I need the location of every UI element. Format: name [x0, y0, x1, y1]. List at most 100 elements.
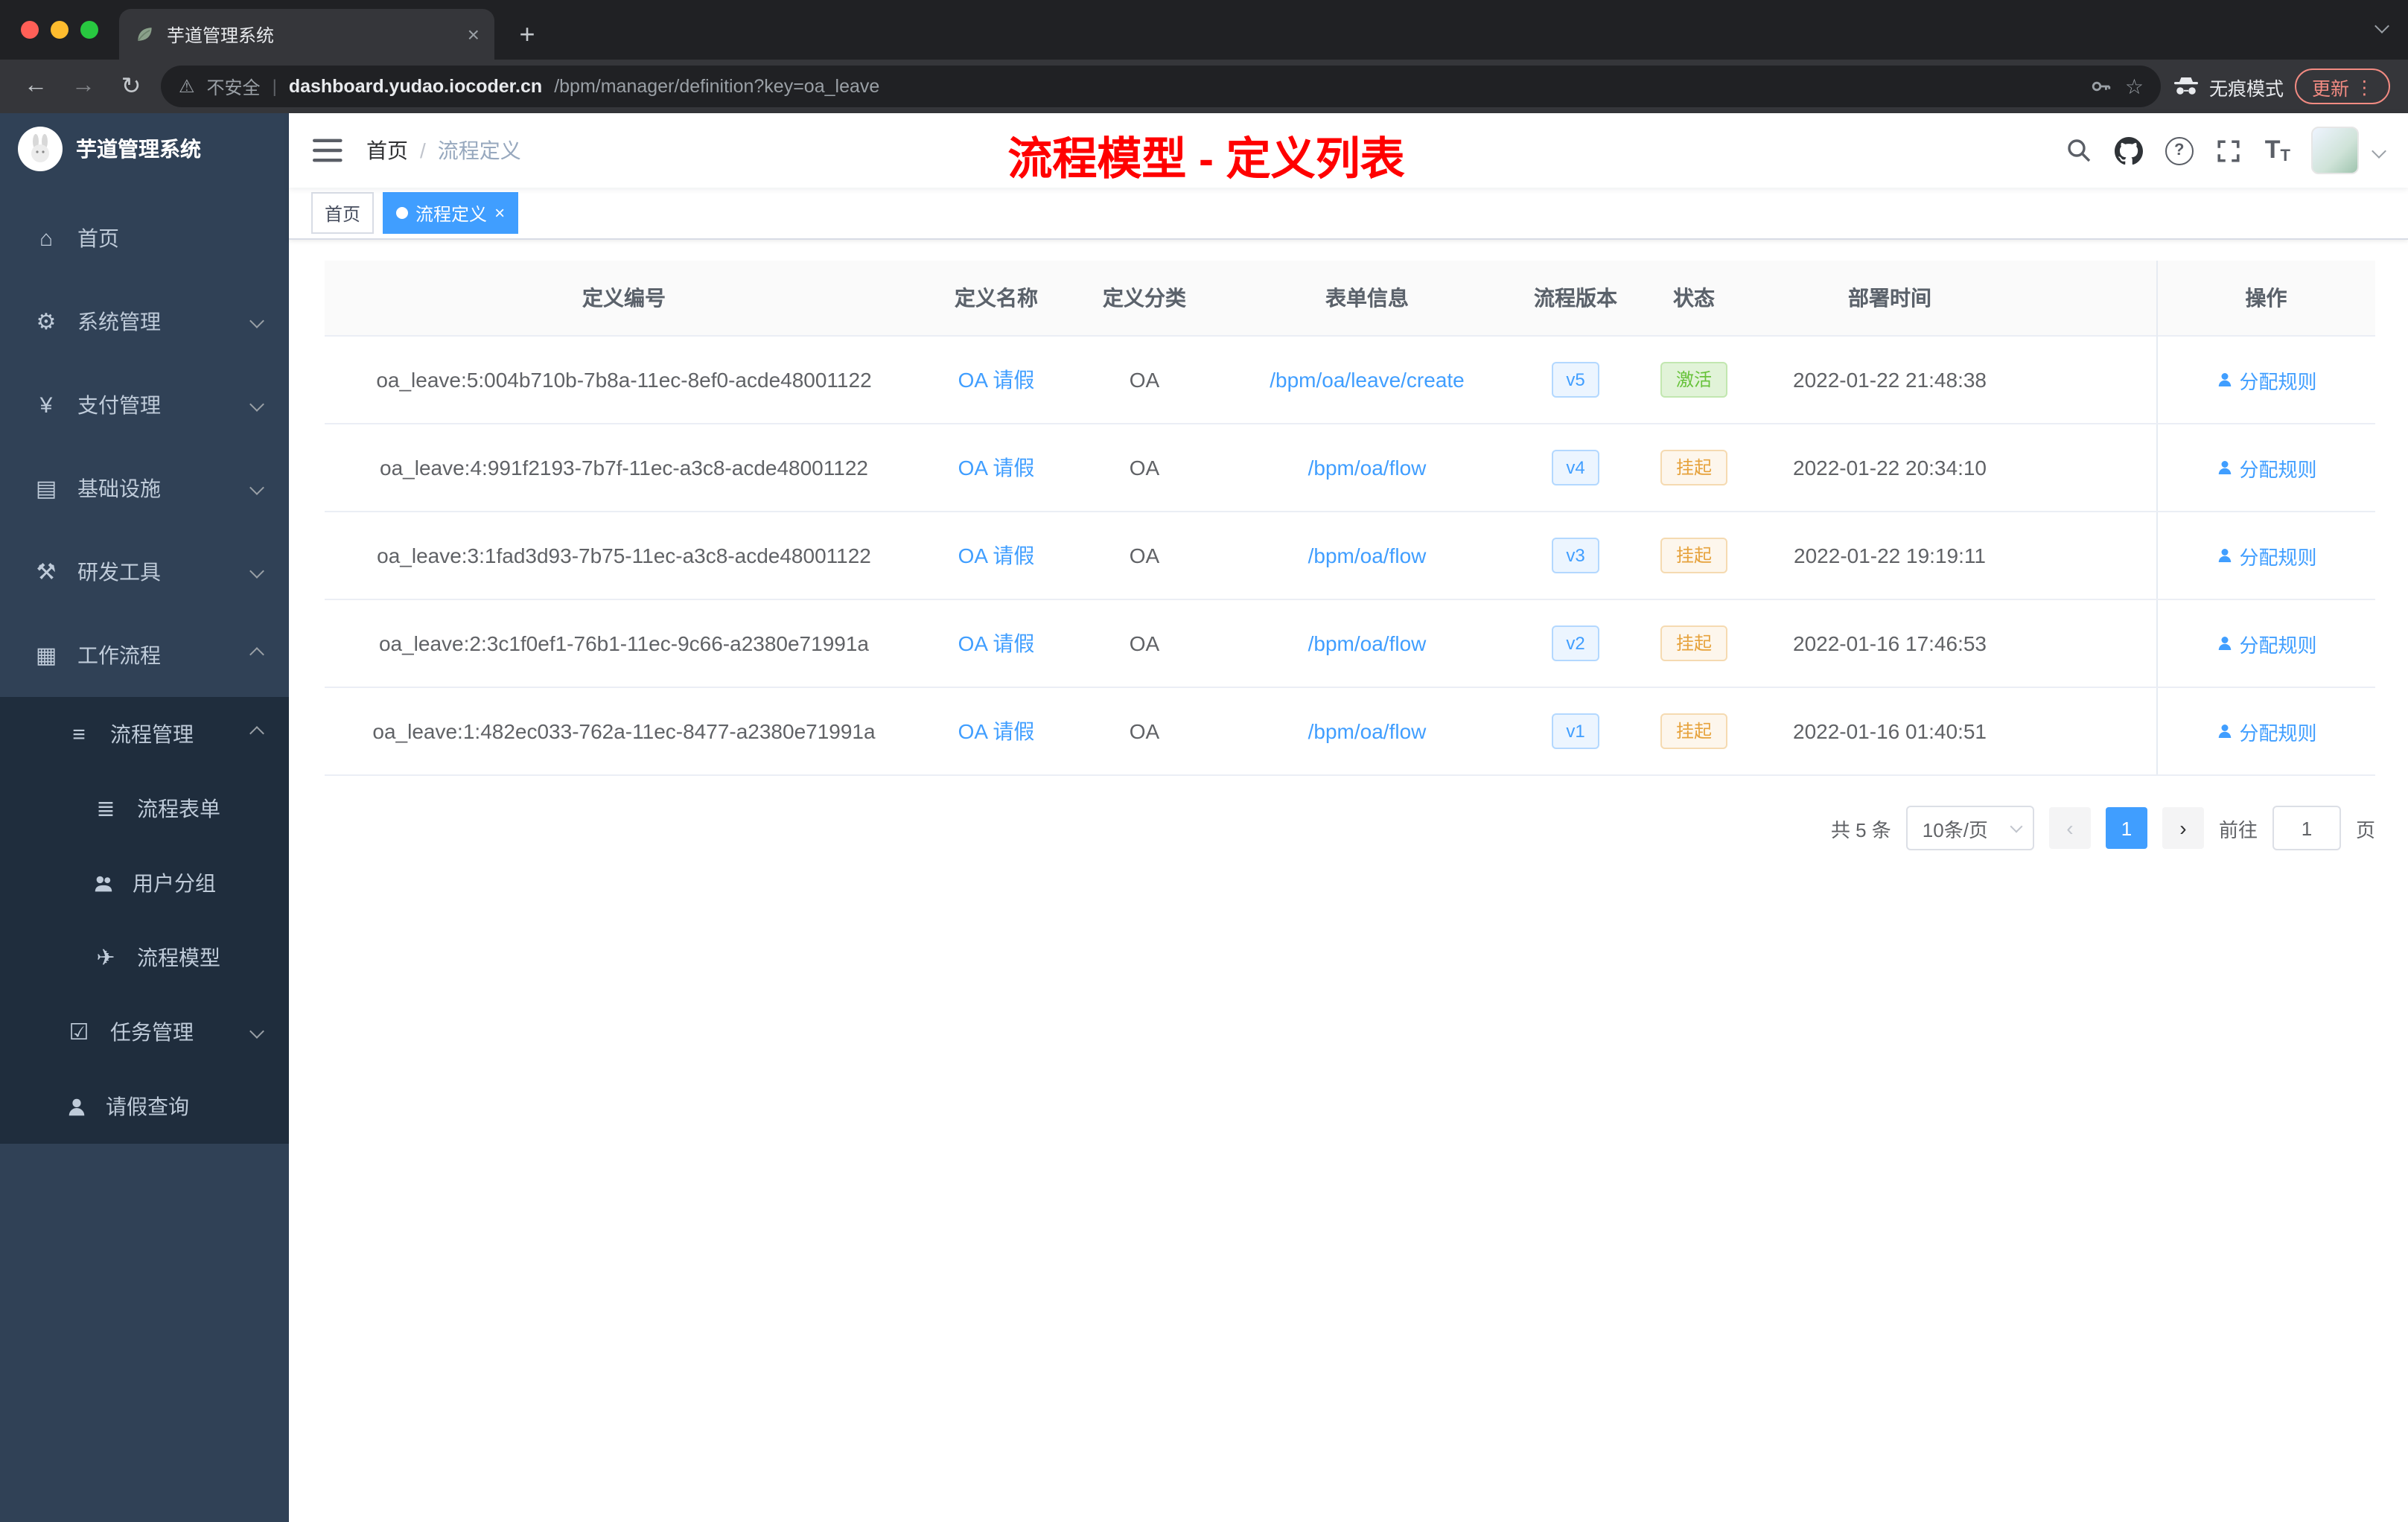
- sidebar-item-payment[interactable]: ¥ 支付管理: [0, 363, 289, 447]
- assign-rule-button[interactable]: 分配规则: [2215, 717, 2317, 745]
- page-number-button[interactable]: 1: [2105, 807, 2147, 849]
- assign-rule-label: 分配规则: [2239, 722, 2317, 744]
- page-size-value: 10条/页: [1922, 818, 1988, 841]
- tab-close-icon[interactable]: ×: [468, 24, 480, 45]
- fullscreen-icon[interactable]: [2214, 136, 2244, 165]
- hamburger-icon[interactable]: [313, 134, 345, 167]
- definition-name-link[interactable]: OA 请假: [958, 456, 1035, 480]
- tag-close-icon[interactable]: ×: [494, 203, 505, 223]
- avatar-caret-icon[interactable]: [2372, 143, 2386, 158]
- cell-spacer: [2028, 424, 2156, 512]
- tab-title: 芋道管理系统: [167, 25, 275, 45]
- chevron-up-icon: [249, 726, 264, 741]
- sidebar-item-home[interactable]: ⌂ 首页: [0, 197, 289, 280]
- version-badge: v2: [1551, 625, 1600, 661]
- search-icon[interactable]: [2064, 136, 2094, 165]
- new-tab-button[interactable]: +: [506, 13, 548, 55]
- form-link[interactable]: /bpm/oa/flow: [1308, 631, 1427, 655]
- security-label[interactable]: 不安全: [207, 74, 261, 99]
- sidebar-item-label: 请假查询: [106, 1095, 189, 1118]
- version-badge: v3: [1551, 538, 1600, 573]
- breadcrumb-current: 流程定义: [437, 138, 521, 162]
- definition-name-link[interactable]: OA 请假: [958, 544, 1035, 567]
- goto-page-input[interactable]: [2272, 806, 2341, 850]
- sidebar-item-user-group[interactable]: 用户分组: [0, 846, 289, 920]
- cell-id: oa_leave:5:004b710b-7b8a-11ec-8ef0-acde4…: [325, 336, 923, 424]
- sidebar-item-process-form[interactable]: ≣ 流程表单: [0, 771, 289, 846]
- help-icon[interactable]: ?: [2165, 136, 2194, 165]
- chevron-down-icon: [249, 564, 264, 579]
- tag-process-definition[interactable]: 流程定义 ×: [383, 192, 519, 234]
- form-link[interactable]: /bpm/oa/flow: [1308, 456, 1427, 480]
- sidebar: 芋道管理系统 ⌂ 首页 ⚙ 系统管理 ¥ 支付管理 ▤ 基础设施 ⚒ 研发工具 …: [0, 113, 289, 1522]
- definition-name-link[interactable]: OA 请假: [958, 631, 1035, 655]
- prev-page-button[interactable]: ‹: [2048, 807, 2091, 849]
- sidebar-menu: ⌂ 首页 ⚙ 系统管理 ¥ 支付管理 ▤ 基础设施 ⚒ 研发工具 ▦ 工作流程 …: [0, 185, 289, 1144]
- tag-home[interactable]: 首页: [311, 192, 375, 234]
- sidebar-item-workflow[interactable]: ▦ 工作流程: [0, 614, 289, 697]
- sidebar-item-leave-query[interactable]: 请假查询: [0, 1069, 289, 1144]
- cell-deploy-time: 2022-01-16 01:40:51: [1751, 687, 2028, 776]
- next-page-button[interactable]: ›: [2162, 807, 2204, 849]
- breadcrumb-home[interactable]: 首页: [366, 136, 408, 165]
- sidebar-item-system[interactable]: ⚙ 系统管理: [0, 280, 289, 363]
- form-link[interactable]: /bpm/oa/flow: [1308, 544, 1427, 567]
- assign-rule-button[interactable]: 分配规则: [2215, 629, 2317, 657]
- table-row: oa_leave:3:1fad3d93-7b75-11ec-a3c8-acde4…: [325, 512, 2375, 600]
- update-button[interactable]: 更新 ⋮: [2295, 69, 2390, 104]
- bookmark-star-icon[interactable]: ☆: [2125, 74, 2144, 99]
- back-button[interactable]: ←: [18, 73, 54, 100]
- app-root: 芋道管理系统 ⌂ 首页 ⚙ 系统管理 ¥ 支付管理 ▤ 基础设施 ⚒ 研发工具 …: [0, 113, 2408, 1522]
- maximize-window-button[interactable]: [80, 21, 98, 39]
- font-size-icon[interactable]: TT: [2265, 136, 2290, 165]
- definition-name-link[interactable]: OA 请假: [958, 368, 1035, 392]
- definition-name-link[interactable]: OA 请假: [958, 719, 1035, 743]
- cell-category: OA: [1069, 599, 1220, 688]
- address-bar[interactable]: ⚠ 不安全 | dashboard.yudao.iocoder.cn /bpm/…: [161, 66, 2162, 107]
- chevron-down-icon: [249, 480, 264, 495]
- browser-tab[interactable]: 芋道管理系统 ×: [119, 9, 494, 60]
- page-size-select[interactable]: 10条/页: [1905, 806, 2034, 850]
- list-icon: ≡: [72, 722, 86, 747]
- forward-button[interactable]: →: [66, 73, 101, 100]
- sidebar-item-devtools[interactable]: ⚒ 研发工具: [0, 530, 289, 614]
- url-divider: |: [272, 76, 277, 97]
- cell-id: oa_leave:4:991f2193-7b7f-11ec-a3c8-acde4…: [325, 424, 923, 512]
- browser-window: 芋道管理系统 × + ← → ↻ ⚠ 不安全 | dashboard.yudao…: [0, 0, 2408, 1522]
- tab-strip: 芋道管理系统 × +: [0, 0, 2408, 60]
- status-badge: 激活: [1660, 362, 1727, 398]
- cell-deploy-time: 2022-01-22 20:34:10: [1751, 424, 2028, 512]
- sidebar-item-label: 流程模型: [137, 946, 220, 969]
- form-link[interactable]: /bpm/oa/leave/create: [1270, 368, 1465, 392]
- cell-id: oa_leave:1:482ec033-762a-11ec-8477-a2380…: [325, 687, 923, 776]
- password-key-icon[interactable]: [2089, 74, 2113, 98]
- chevron-down-icon: [249, 313, 264, 328]
- close-window-button[interactable]: [21, 21, 39, 39]
- chevron-down-icon: [249, 1024, 264, 1039]
- status-badge: 挂起: [1660, 713, 1727, 749]
- assign-rule-button[interactable]: 分配规则: [2215, 366, 2317, 394]
- assign-rule-button[interactable]: 分配规则: [2215, 541, 2317, 570]
- reload-button[interactable]: ↻: [113, 71, 149, 101]
- tab-search-chevron-icon[interactable]: [2374, 19, 2389, 34]
- monitor-icon: ▤: [35, 477, 57, 502]
- sidebar-item-task-management[interactable]: ☑ 任务管理: [0, 995, 289, 1069]
- main-area: 首页 / 流程定义 流程模型 - 定义列表 ? TT 首页 流程定义 × 定义编…: [289, 113, 2408, 1522]
- browser-menu-icon[interactable]: ⋮: [2355, 75, 2374, 98]
- column-name: 定义名称: [923, 261, 1069, 336]
- active-dot: [396, 207, 409, 219]
- minimize-window-button[interactable]: [51, 21, 69, 39]
- sidebar-item-process-management[interactable]: ≡ 流程管理: [0, 697, 289, 771]
- column-status: 状态: [1637, 261, 1751, 336]
- assign-rule-button[interactable]: 分配规则: [2215, 453, 2317, 482]
- status-badge: 挂起: [1660, 625, 1727, 661]
- person-icon: [2218, 461, 2231, 474]
- form-link[interactable]: /bpm/oa/flow: [1308, 719, 1427, 743]
- sidebar-item-infrastructure[interactable]: ▤ 基础设施: [0, 447, 289, 530]
- cell-id: oa_leave:2:3c1f0ef1-76b1-11ec-9c66-a2380…: [325, 599, 923, 688]
- sidebar-item-process-model[interactable]: ✈ 流程模型: [0, 920, 289, 995]
- assign-rule-label: 分配规则: [2239, 370, 2317, 392]
- sidebar-logo[interactable]: 芋道管理系统: [0, 113, 289, 185]
- github-icon[interactable]: [2115, 136, 2144, 165]
- avatar[interactable]: [2311, 127, 2359, 174]
